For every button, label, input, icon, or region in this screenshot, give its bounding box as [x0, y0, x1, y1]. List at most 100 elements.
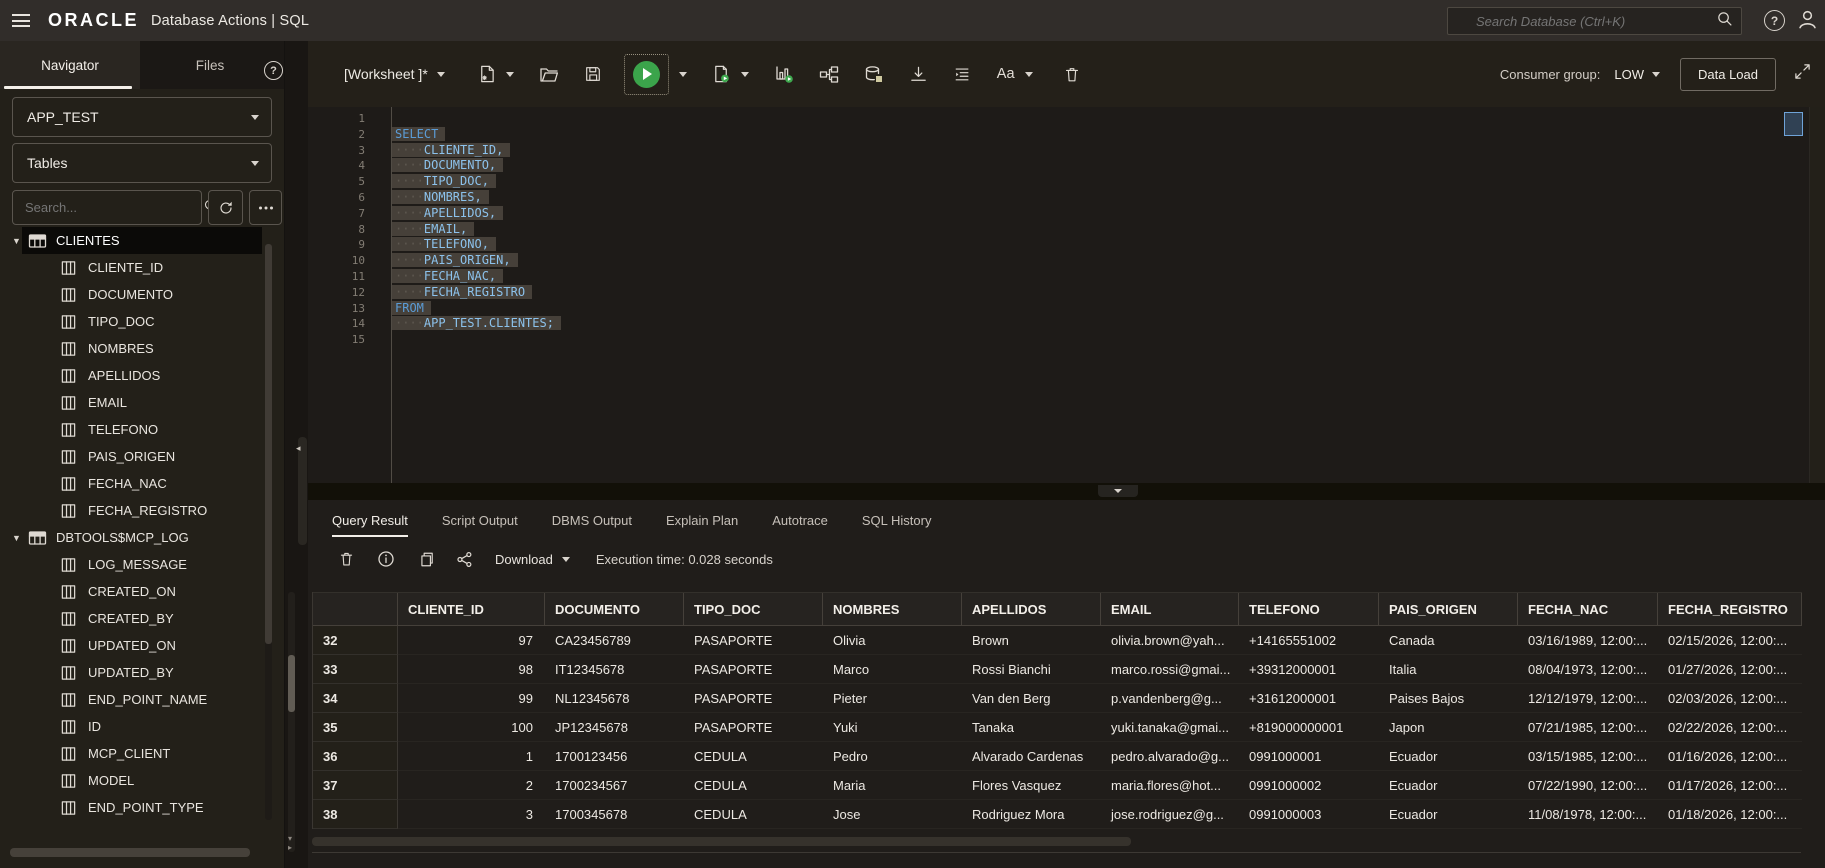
- cell-fecha-nac[interactable]: 12/12/1979, 12:00:...: [1518, 684, 1658, 713]
- table-row[interactable]: 33 98 IT12345678 PASAPORTE Marco Rossi B…: [313, 655, 1802, 684]
- cell-nombres[interactable]: Olivia: [823, 626, 962, 655]
- cell-apellidos[interactable]: Alvarado Cardenas: [962, 742, 1101, 771]
- cell-fecha-nac[interactable]: 11/08/1978, 12:00:...: [1518, 800, 1658, 829]
- more-options-button[interactable]: [249, 190, 282, 225]
- tree-search-input[interactable]: [13, 199, 203, 216]
- table-row[interactable]: 34 99 NL12345678 PASAPORTE Pieter Van de…: [313, 684, 1802, 713]
- cell-fecha-registro[interactable]: 01/18/2026, 12:00:...: [1658, 800, 1802, 829]
- explain-plan-button[interactable]: [774, 64, 794, 84]
- tree-item[interactable]: MCP_CLIENT: [0, 740, 262, 767]
- row-number-cell[interactable]: 32: [313, 626, 398, 655]
- schema-select[interactable]: APP_TEST: [12, 97, 272, 137]
- cell-fecha-nac[interactable]: 07/21/1985, 12:00:...: [1518, 713, 1658, 742]
- download-worksheet-button[interactable]: [909, 65, 928, 84]
- cell-fecha-registro[interactable]: 02/15/2026, 12:00:...: [1658, 626, 1802, 655]
- cell-nombres[interactable]: Yuki: [823, 713, 962, 742]
- cell-nombres[interactable]: Pedro: [823, 742, 962, 771]
- new-worksheet-caret-icon[interactable]: [505, 71, 514, 77]
- tree-item[interactable]: EMAIL: [0, 389, 262, 416]
- cell-tipo-doc[interactable]: CEDULA: [684, 800, 823, 829]
- results-tab[interactable]: Autotrace: [772, 500, 828, 540]
- tree-item[interactable]: FECHA_NAC: [0, 470, 262, 497]
- cell-apellidos[interactable]: Flores Vasquez: [962, 771, 1101, 800]
- cell-nombres[interactable]: Maria: [823, 771, 962, 800]
- row-number-cell[interactable]: 38: [313, 800, 398, 829]
- scrollbar-thumb[interactable]: [312, 837, 1131, 846]
- results-tab[interactable]: Query Result: [332, 500, 408, 540]
- cell-pais-origen[interactable]: Paises Bajos: [1379, 684, 1518, 713]
- cell-telefono[interactable]: +31612000001: [1239, 684, 1379, 713]
- tree-item[interactable]: LOG_MESSAGE: [0, 551, 262, 578]
- tree-item[interactable]: DBTOOLS$MCP_LOG: [0, 524, 262, 551]
- scrollbar-thumb[interactable]: [10, 848, 250, 857]
- results-tab[interactable]: SQL History: [862, 500, 932, 540]
- tree-item[interactable]: CLIENTES: [0, 227, 262, 254]
- expand-editor-icon[interactable]: [1794, 63, 1811, 85]
- cell-tipo-doc[interactable]: PASAPORTE: [684, 655, 823, 684]
- row-number-cell[interactable]: 36: [313, 742, 398, 771]
- cell-email[interactable]: olivia.brown@yah...: [1101, 626, 1239, 655]
- sidebar-help-icon[interactable]: ?: [264, 61, 283, 80]
- clear-output-icon[interactable]: [338, 550, 355, 568]
- cell-pais-origen[interactable]: Ecuador: [1379, 800, 1518, 829]
- cell-tipo-doc[interactable]: PASAPORTE: [684, 713, 823, 742]
- tree-item[interactable]: PAIS_ORIGEN: [0, 443, 262, 470]
- cell-email[interactable]: marco.rossi@gmai...: [1101, 655, 1239, 684]
- cell-nombres[interactable]: Marco: [823, 655, 962, 684]
- database-search-input[interactable]: [1448, 12, 1716, 30]
- collapse-sidebar-icon[interactable]: ◂: [296, 443, 301, 454]
- search-icon[interactable]: [1716, 10, 1733, 32]
- tree-item[interactable]: DOCUMENTO: [0, 281, 262, 308]
- cell-cliente-id[interactable]: 99: [398, 684, 545, 713]
- tree-item[interactable]: CREATED_ON: [0, 578, 262, 605]
- menu-icon[interactable]: [12, 14, 30, 27]
- cell-email[interactable]: yuki.tanaka@gmai...: [1101, 713, 1239, 742]
- column-header[interactable]: CLIENTE_ID: [398, 593, 545, 625]
- row-number-cell[interactable]: 35: [313, 713, 398, 742]
- tree-item[interactable]: CLIENTE_ID: [0, 254, 262, 281]
- cell-pais-origen[interactable]: Canada: [1379, 626, 1518, 655]
- new-worksheet-button[interactable]: [477, 64, 496, 84]
- tree-item[interactable]: NOMBRES: [0, 335, 262, 362]
- cell-fecha-nac[interactable]: 08/04/1973, 12:00:...: [1518, 655, 1658, 684]
- cell-documento[interactable]: 1700123456: [545, 742, 684, 771]
- scrollbar-thumb[interactable]: [288, 655, 295, 712]
- column-header[interactable]: TELEFONO: [1239, 593, 1379, 625]
- info-icon[interactable]: [377, 550, 395, 568]
- run-statement-button[interactable]: [632, 60, 660, 88]
- tree-item[interactable]: APELLIDOS: [0, 362, 262, 389]
- column-header[interactable]: EMAIL: [1101, 593, 1239, 625]
- row-number-cell[interactable]: 33: [313, 655, 398, 684]
- tree-item[interactable]: ID: [0, 713, 262, 740]
- open-file-button[interactable]: [539, 65, 559, 83]
- cell-tipo-doc[interactable]: PASAPORTE: [684, 684, 823, 713]
- cell-fecha-nac[interactable]: 03/16/1989, 12:00:...: [1518, 626, 1658, 655]
- cell-email[interactable]: pedro.alvarado@g...: [1101, 742, 1239, 771]
- clear-worksheet-button[interactable]: [1063, 65, 1081, 84]
- cell-nombres[interactable]: Pieter: [823, 684, 962, 713]
- cell-fecha-registro[interactable]: 01/17/2026, 12:00:...: [1658, 771, 1802, 800]
- column-header[interactable]: APELLIDOS: [962, 593, 1101, 625]
- cell-tipo-doc[interactable]: CEDULA: [684, 771, 823, 800]
- cell-cliente-id[interactable]: 1: [398, 742, 545, 771]
- download-results-button[interactable]: Download: [495, 552, 570, 567]
- expand-caret-icon[interactable]: [12, 533, 28, 543]
- editor-scrollbar-track[interactable]: [1809, 107, 1825, 483]
- table-row[interactable]: 37 2 1700234567 CEDULA Maria Flores Vasq…: [313, 771, 1802, 800]
- cell-apellidos[interactable]: Tanaka: [962, 713, 1101, 742]
- save-button[interactable]: [584, 65, 602, 83]
- column-header[interactable]: FECHA_REGISTRO: [1658, 593, 1802, 625]
- expand-caret-icon[interactable]: [12, 236, 28, 246]
- share-icon[interactable]: [456, 551, 473, 568]
- editor-results-splitter[interactable]: [308, 483, 1825, 500]
- cell-nombres[interactable]: Jose: [823, 800, 962, 829]
- cell-telefono[interactable]: +39312000001: [1239, 655, 1379, 684]
- refresh-button[interactable]: [208, 190, 243, 225]
- scroll-arrows[interactable]: ▾ ▸: [288, 834, 292, 852]
- tree-item[interactable]: END_POINT_NAME: [0, 686, 262, 713]
- user-icon[interactable]: [1797, 9, 1818, 35]
- tree-item[interactable]: TELEFONO: [0, 416, 262, 443]
- scrollbar-thumb[interactable]: [265, 244, 272, 644]
- tree-vertical-scrollbar[interactable]: [265, 244, 272, 820]
- column-header[interactable]: NOMBRES: [823, 593, 962, 625]
